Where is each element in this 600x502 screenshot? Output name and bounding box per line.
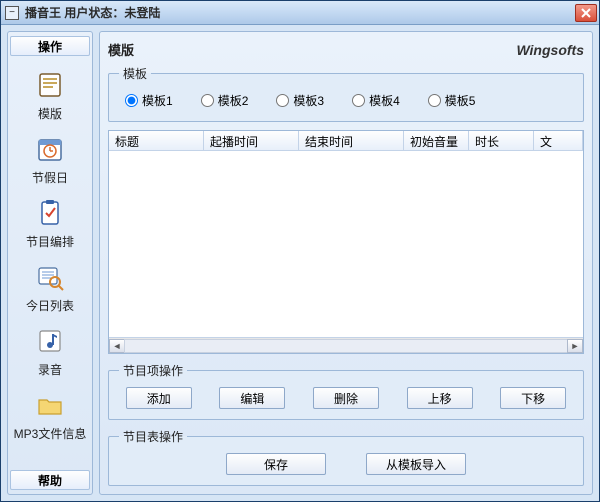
sidebar-item-record[interactable]: 录音	[10, 324, 90, 378]
sidebar-item-holiday[interactable]: 节假日	[10, 132, 90, 186]
col-end[interactable]: 结束时间	[299, 131, 404, 150]
window-title: 播音王 用户状态：未登陆	[25, 4, 575, 21]
template-radio-row: 模板1 模板2 模板3 模板4 模板5	[119, 90, 573, 111]
template-select-group: 模板 模板1 模板2 模板3 模板4 模板5	[108, 65, 584, 122]
close-button[interactable]	[575, 4, 597, 22]
sidebar-item-label: 节假日	[32, 169, 68, 186]
save-button[interactable]: 保存	[226, 453, 326, 475]
item-ops-legend: 节目项操作	[119, 362, 187, 379]
table-body[interactable]	[109, 151, 583, 337]
calendar-icon	[33, 132, 67, 166]
move-up-button[interactable]: 上移	[407, 387, 473, 409]
brand-label: Wingsofts	[516, 42, 584, 58]
sidebar-item-label: 录音	[38, 361, 62, 378]
scroll-right-icon[interactable]: ►	[567, 339, 583, 353]
list-search-icon	[33, 260, 67, 294]
template-radio-4[interactable]: 模板4	[352, 92, 400, 109]
titlebar: − 播音王 用户状态：未登陆	[1, 1, 599, 25]
edit-button[interactable]: 编辑	[219, 387, 285, 409]
schedule-table: 标题 起播时间 结束时间 初始音量 时长 文 ◄ ►	[108, 130, 584, 354]
scroll-track[interactable]	[124, 339, 568, 353]
table-header: 标题 起播时间 结束时间 初始音量 时长 文	[109, 131, 583, 151]
sidebar-footer-help[interactable]: 帮助	[10, 470, 90, 490]
sidebar-item-mp3info[interactable]: MP3文件信息	[10, 388, 90, 442]
item-ops-group: 节目项操作 添加 编辑 删除 上移 下移	[108, 362, 584, 420]
horizontal-scrollbar[interactable]: ◄ ►	[109, 337, 583, 353]
move-down-button[interactable]: 下移	[500, 387, 566, 409]
table-ops-legend: 节目表操作	[119, 428, 187, 445]
sidebar-item-label: 模版	[38, 105, 62, 122]
folder-icon	[33, 388, 67, 422]
add-button[interactable]: 添加	[126, 387, 192, 409]
template-group-legend: 模板	[119, 65, 151, 82]
radio-input[interactable]	[352, 94, 365, 107]
col-title[interactable]: 标题	[109, 131, 204, 150]
item-ops-row: 添加 编辑 删除 上移 下移	[119, 387, 573, 409]
sidebar-item-label: MP3文件信息	[14, 425, 87, 442]
col-volume[interactable]: 初始音量	[404, 131, 469, 150]
template-radio-1[interactable]: 模板1	[125, 92, 173, 109]
template-icon	[33, 68, 67, 102]
app-window: − 播音王 用户状态：未登陆 操作 模版	[0, 0, 600, 502]
main-header: 模版 Wingsofts	[108, 40, 584, 59]
col-extra[interactable]: 文	[534, 131, 583, 150]
col-duration[interactable]: 时长	[469, 131, 534, 150]
radio-input[interactable]	[201, 94, 214, 107]
music-note-icon	[33, 324, 67, 358]
close-icon	[581, 8, 591, 18]
template-radio-3[interactable]: 模板3	[276, 92, 324, 109]
sidebar-item-template[interactable]: 模版	[10, 68, 90, 122]
sidebar: 操作 模版 节假日	[7, 31, 93, 495]
template-radio-2[interactable]: 模板2	[201, 92, 249, 109]
sidebar-items: 模版 节假日 节目编排	[10, 62, 90, 470]
sidebar-item-label: 节目编排	[26, 233, 74, 250]
main-panel: 模版 Wingsofts 模板 模板1 模板2 模板3 模板4 模板5 标题 起…	[99, 31, 593, 495]
col-start[interactable]: 起播时间	[204, 131, 299, 150]
sidebar-header[interactable]: 操作	[10, 36, 90, 56]
template-radio-5[interactable]: 模板5	[428, 92, 476, 109]
sidebar-item-schedule[interactable]: 节目编排	[10, 196, 90, 250]
scroll-left-icon[interactable]: ◄	[109, 339, 125, 353]
delete-button[interactable]: 删除	[313, 387, 379, 409]
radio-input[interactable]	[428, 94, 441, 107]
import-template-button[interactable]: 从模板导入	[366, 453, 466, 475]
sidebar-item-todaylist[interactable]: 今日列表	[10, 260, 90, 314]
main-title: 模版	[108, 40, 134, 59]
table-ops-row: 保存 从模板导入	[119, 453, 573, 475]
radio-input[interactable]	[276, 94, 289, 107]
radio-input[interactable]	[125, 94, 138, 107]
system-menu-icon[interactable]: −	[5, 6, 19, 20]
sidebar-item-label: 今日列表	[26, 297, 74, 314]
clipboard-check-icon	[33, 196, 67, 230]
table-ops-group: 节目表操作 保存 从模板导入	[108, 428, 584, 486]
window-body: 操作 模版 节假日	[1, 25, 599, 501]
